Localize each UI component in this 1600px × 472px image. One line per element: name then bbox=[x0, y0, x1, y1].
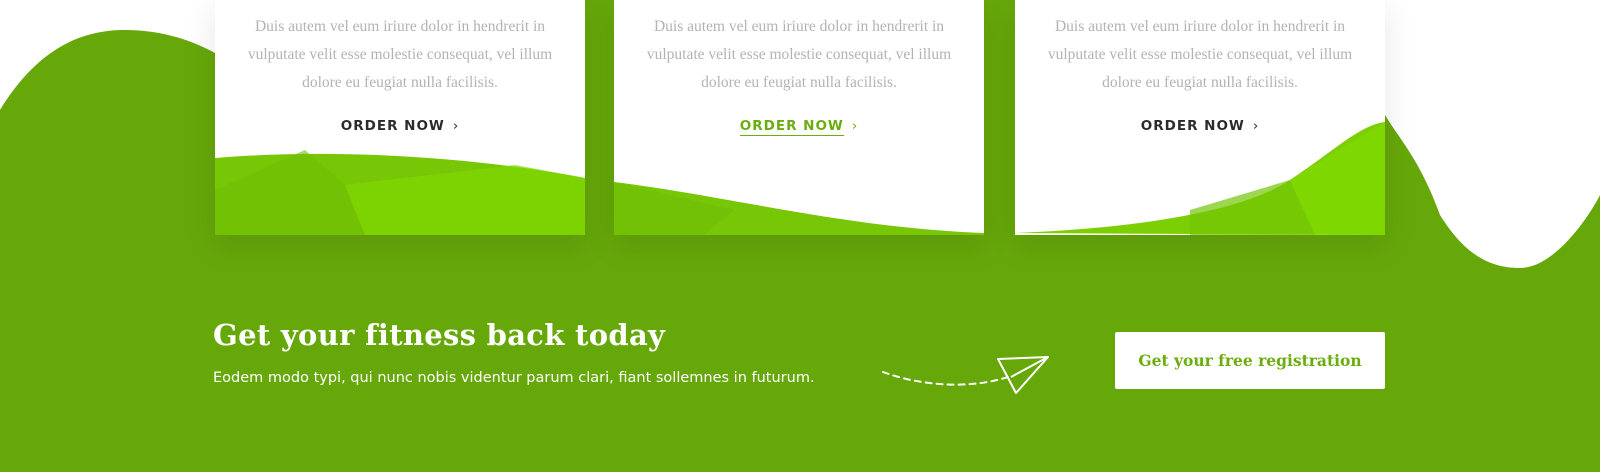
paper-plane-icon bbox=[882, 356, 1049, 394]
service-card: Duis autem vel eum iriure dolor in hendr… bbox=[1015, 0, 1385, 235]
chevron-right-icon: › bbox=[851, 118, 859, 134]
order-now-label: ORDER NOW bbox=[340, 118, 445, 134]
order-now-link[interactable]: ORDER NOW › bbox=[614, 118, 984, 136]
order-now-label: ORDER NOW bbox=[1140, 118, 1245, 134]
service-card: Duis autem vel eum iriure dolor in hendr… bbox=[614, 0, 984, 235]
chevron-right-icon: › bbox=[452, 118, 460, 134]
cta-title: Get your fitness back today bbox=[213, 318, 666, 352]
card-description: Duis autem vel eum iriure dolor in hendr… bbox=[1047, 18, 1353, 91]
card-description: Duis autem vel eum iriure dolor in hendr… bbox=[247, 18, 553, 91]
chevron-right-icon: › bbox=[1252, 118, 1260, 134]
order-now-link[interactable]: ORDER NOW › bbox=[1015, 118, 1385, 134]
cta-subtitle: Eodem modo typi, qui nunc nobis videntur… bbox=[213, 370, 815, 386]
free-registration-button[interactable]: Get your free registration bbox=[1115, 332, 1385, 389]
order-now-label: ORDER NOW bbox=[739, 118, 844, 136]
card-description: Duis autem vel eum iriure dolor in hendr… bbox=[646, 18, 952, 91]
service-card: Duis autem vel eum iriure dolor in hendr… bbox=[215, 0, 585, 235]
order-now-link[interactable]: ORDER NOW › bbox=[215, 118, 585, 134]
